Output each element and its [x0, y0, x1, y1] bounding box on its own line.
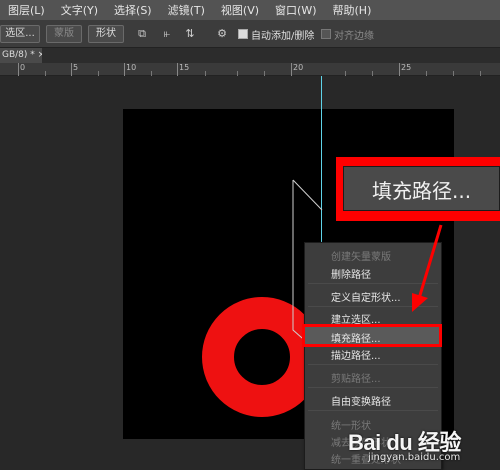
watermark-url: jingyan.baidu.com: [368, 452, 461, 463]
arrow-icon: [412, 224, 443, 312]
